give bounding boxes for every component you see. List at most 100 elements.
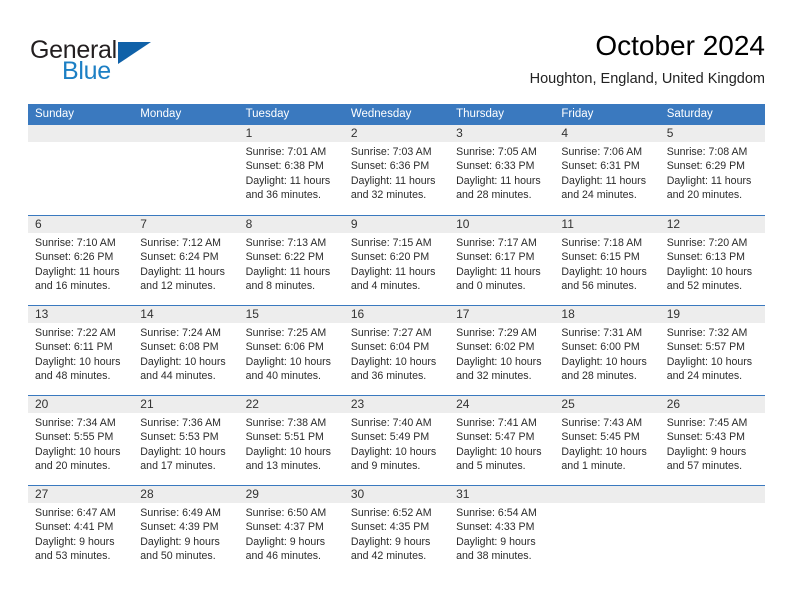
day-detail-line: Sunset: 6:08 PM <box>140 341 219 354</box>
day-detail-line: Sunrise: 6:47 AM <box>35 507 116 519</box>
page-title: October 2024 <box>595 30 765 61</box>
calendar-day-cell[interactable]: 14 Sunrise: 7:24 AM Sunset: 6:08 PM Dayligh… <box>133 306 239 395</box>
day-detail-line: Sunrise: 7:08 AM <box>666 146 748 158</box>
day-detail-line: Sunrise: 7:41 AM <box>456 417 537 429</box>
day-detail-line: Sunset: 6:24 PM <box>140 251 219 264</box>
calendar-day-cell[interactable]: 27 Sunrise: 6:47 AM Sunset: 4:41 PM Dayligh… <box>28 486 134 575</box>
day-detail-line: and 13 minutes. <box>245 459 321 472</box>
day-detail-line: Sunrise: 7:36 AM <box>140 417 221 429</box>
day-detail-line: and 1 minute. <box>561 459 626 472</box>
day-details: Sunrise: 6:50 AM Sunset: 4:37 PM Daylight:… <box>239 503 344 563</box>
day-detail-line: Daylight: 11 hours <box>456 265 541 278</box>
day-detail-line: Daylight: 9 hours <box>35 535 115 548</box>
day-detail-line: Daylight: 9 hours <box>245 535 326 548</box>
day-detail-line: Sunrise: 7:24 AM <box>140 327 221 339</box>
weekday-header-wednesday: Wednesday <box>350 108 412 120</box>
day-detail-line: Sunrise: 6:52 AM <box>350 507 432 519</box>
day-details: Sunrise: 7:27 AM Sunset: 6:04 PM Daylight:… <box>344 323 449 383</box>
day-detail-line: Daylight: 10 hours <box>456 445 542 458</box>
weekday-header-sunday: Sunday <box>35 108 75 120</box>
calendar-day-cell[interactable]: 4 Sunrise: 7:06 AM Sunset: 6:31 PM Daylight… <box>554 125 660 215</box>
day-detail-line: Sunset: 6:26 PM <box>35 251 114 264</box>
day-detail-line: Sunrise: 7:17 AM <box>456 237 537 249</box>
day-detail-line: Daylight: 10 hours <box>35 355 121 368</box>
day-detail-line: and 44 minutes. <box>140 369 216 382</box>
calendar-day-cell[interactable]: 21 Sunrise: 7:36 AM Sunset: 5:53 PM Dayligh… <box>133 396 239 485</box>
calendar-day-cell[interactable]: 23 Sunrise: 7:40 AM Sunset: 5:49 PM Dayligh… <box>343 396 450 485</box>
day-detail-line: Daylight: 11 hours <box>140 265 225 278</box>
calendar-day-cell[interactable]: 20 Sunrise: 7:34 AM Sunset: 5:55 PM Dayligh… <box>28 396 134 485</box>
day-detail-line: Sunrise: 7:05 AM <box>456 146 537 158</box>
calendar-day-cell[interactable]: 10 Sunrise: 7:17 AM Sunset: 6:17 PM Dayligh… <box>449 216 555 305</box>
day-number <box>28 125 134 142</box>
calendar-day-cell[interactable]: 24 Sunrise: 7:41 AM Sunset: 5:47 PM Dayligh… <box>449 396 555 485</box>
calendar-day-cell-empty <box>659 486 765 575</box>
day-detail-line: Sunrise: 7:12 AM <box>140 237 221 249</box>
calendar-day-cell[interactable]: 16 Sunrise: 7:27 AM Sunset: 6:04 PM Dayligh… <box>343 306 450 395</box>
day-number: 6 <box>28 216 134 233</box>
calendar-day-cell[interactable]: 26 Sunrise: 7:45 AM Sunset: 5:43 PM Dayligh… <box>659 396 765 485</box>
day-detail-line: Sunrise: 7:20 AM <box>666 237 748 249</box>
calendar-week-row: 1 Sunrise: 7:01 AM Sunset: 6:38 PM Daylight… <box>28 125 765 215</box>
day-number: 27 <box>28 486 134 503</box>
calendar-day-cell[interactable]: 15 Sunrise: 7:25 AM Sunset: 6:06 PM Dayligh… <box>238 306 344 395</box>
day-detail-line: Sunrise: 6:50 AM <box>245 507 327 519</box>
day-number: 20 <box>28 396 134 413</box>
calendar-day-cell[interactable]: 11 Sunrise: 7:18 AM Sunset: 6:15 PM Dayligh… <box>554 216 660 305</box>
calendar-day-cell[interactable]: 31 Sunrise: 6:54 AM Sunset: 4:33 PM Dayligh… <box>449 486 555 575</box>
calendar-day-cell[interactable]: 17 Sunrise: 7:29 AM Sunset: 6:02 PM Dayligh… <box>449 306 555 395</box>
day-details: Sunrise: 7:29 AM Sunset: 6:02 PM Daylight:… <box>449 323 554 383</box>
day-detail-line: and 48 minutes. <box>35 369 111 382</box>
day-detail-line: and 46 minutes. <box>245 549 321 562</box>
day-detail-line: and 17 minutes. <box>140 459 216 472</box>
day-detail-line: and 16 minutes. <box>35 279 111 292</box>
day-number: 18 <box>554 306 660 323</box>
logo-word-blue: Blue <box>62 57 111 85</box>
day-detail-line: and 20 minutes. <box>666 188 743 201</box>
day-detail-line: and 32 minutes. <box>456 369 532 382</box>
day-details: Sunrise: 7:24 AM Sunset: 6:08 PM Daylight:… <box>133 323 238 383</box>
day-number: 29 <box>238 486 344 503</box>
day-details: Sunrise: 7:05 AM Sunset: 6:33 PM Daylight:… <box>449 142 554 202</box>
day-detail-line: Sunset: 5:43 PM <box>666 431 746 444</box>
calendar-day-cell[interactable]: 25 Sunrise: 7:43 AM Sunset: 5:45 PM Dayligh… <box>554 396 660 485</box>
day-detail-line: Sunrise: 6:49 AM <box>140 507 221 519</box>
calendar-day-cell[interactable]: 28 Sunrise: 6:49 AM Sunset: 4:39 PM Dayligh… <box>133 486 239 575</box>
day-number: 21 <box>133 396 239 413</box>
day-detail-line: Sunrise: 7:43 AM <box>561 417 643 429</box>
calendar-day-cell[interactable]: 3 Sunrise: 7:05 AM Sunset: 6:33 PM Daylight… <box>449 125 555 215</box>
calendar-day-cell[interactable]: 19 Sunrise: 7:32 AM Sunset: 5:57 PM Dayligh… <box>659 306 765 395</box>
calendar-day-cell[interactable]: 9 Sunrise: 7:15 AM Sunset: 6:20 PM Daylight… <box>343 216 450 305</box>
calendar-day-cell[interactable]: 7 Sunrise: 7:12 AM Sunset: 6:24 PM Daylight… <box>133 216 239 305</box>
day-detail-line: and 4 minutes. <box>350 279 421 292</box>
calendar-day-cell[interactable]: 30 Sunrise: 6:52 AM Sunset: 4:35 PM Dayligh… <box>343 486 450 575</box>
calendar-day-cell[interactable]: 22 Sunrise: 7:38 AM Sunset: 5:51 PM Dayligh… <box>238 396 344 485</box>
calendar-day-cell[interactable]: 1 Sunrise: 7:01 AM Sunset: 6:38 PM Daylight… <box>238 125 344 215</box>
day-details: Sunrise: 7:06 AM Sunset: 6:31 PM Daylight:… <box>554 142 659 202</box>
calendar-day-cell[interactable]: 13 Sunrise: 7:22 AM Sunset: 6:11 PM Dayligh… <box>28 306 134 395</box>
general-blue-logo[interactable]: General Blue <box>30 36 180 92</box>
day-detail-line: Sunrise: 7:06 AM <box>561 146 643 158</box>
day-detail-line: Daylight: 11 hours <box>245 265 331 278</box>
calendar-day-cell-empty <box>554 486 660 575</box>
day-detail-line: and 28 minutes. <box>561 369 637 382</box>
calendar-day-cell[interactable]: 29 Sunrise: 6:50 AM Sunset: 4:37 PM Dayligh… <box>238 486 344 575</box>
calendar-day-cell[interactable]: 12 Sunrise: 7:20 AM Sunset: 6:13 PM Dayligh… <box>659 216 765 305</box>
day-detail-line: Daylight: 9 hours <box>140 535 220 548</box>
calendar-day-cell[interactable]: 8 Sunrise: 7:13 AM Sunset: 6:22 PM Daylight… <box>238 216 344 305</box>
day-details: Sunrise: 7:41 AM Sunset: 5:47 PM Daylight:… <box>449 413 554 473</box>
calendar-day-cell[interactable]: 2 Sunrise: 7:03 AM Sunset: 6:36 PM Daylight… <box>343 125 450 215</box>
day-details: Sunrise: 7:43 AM Sunset: 5:45 PM Daylight:… <box>554 413 659 473</box>
day-detail-line: Sunset: 6:20 PM <box>350 251 430 264</box>
calendar-day-cell[interactable]: 6 Sunrise: 7:10 AM Sunset: 6:26 PM Daylight… <box>28 216 134 305</box>
day-detail-line: and 50 minutes. <box>140 549 216 562</box>
day-detail-line: Sunrise: 7:45 AM <box>666 417 748 429</box>
day-number: 30 <box>343 486 450 503</box>
day-detail-line: and 36 minutes. <box>245 188 321 201</box>
day-detail-line: Sunset: 5:45 PM <box>561 431 640 444</box>
calendar-day-cell[interactable]: 18 Sunrise: 7:31 AM Sunset: 6:00 PM Dayligh… <box>554 306 660 395</box>
day-number: 4 <box>554 125 660 142</box>
day-detail-line: Daylight: 10 hours <box>245 355 331 368</box>
calendar-day-cell[interactable]: 5 Sunrise: 7:08 AM Sunset: 6:29 PM Daylight… <box>659 125 765 215</box>
day-detail-line: Sunset: 6:11 PM <box>35 341 113 354</box>
